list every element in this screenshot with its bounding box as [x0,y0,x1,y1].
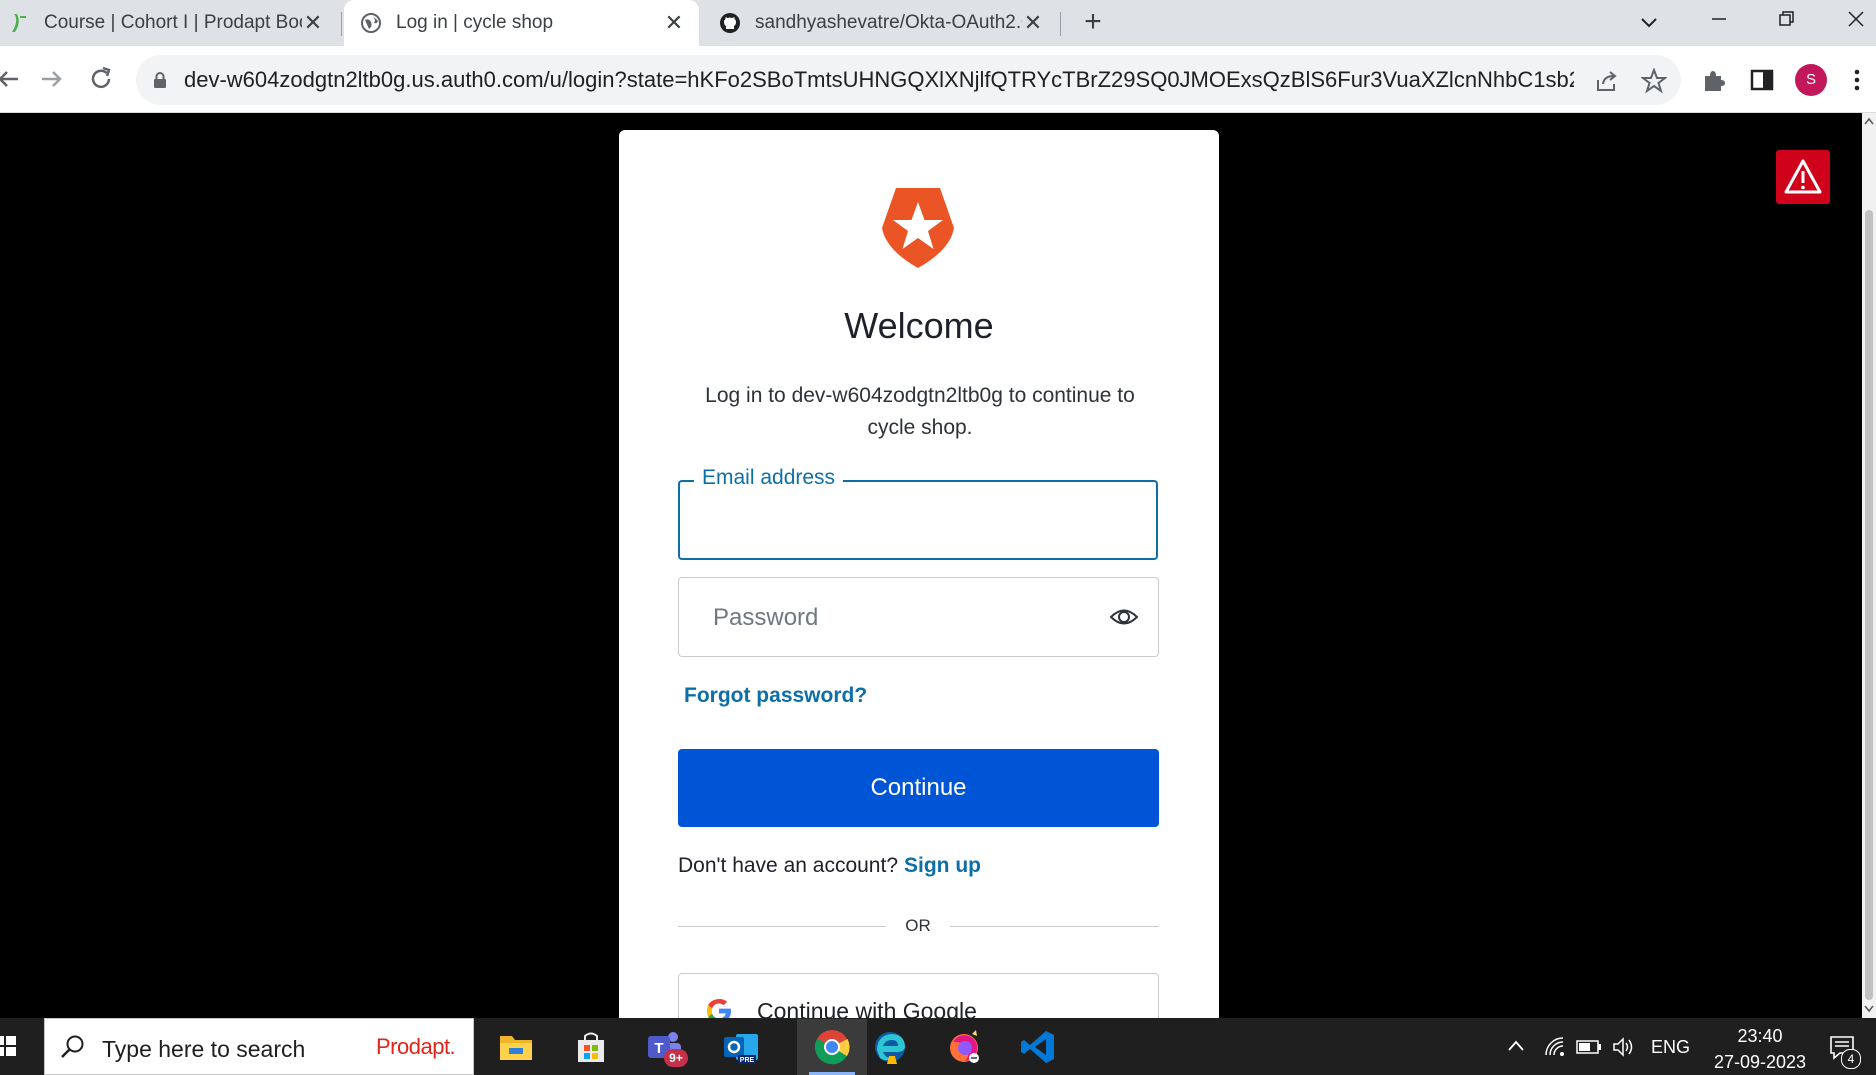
clock-time: 23:40 [1737,1026,1783,1046]
vscode-icon[interactable] [1019,1028,1057,1066]
windows-start-icon[interactable] [0,1018,42,1075]
scroll-down-icon[interactable] [1864,1004,1874,1014]
notification-count-badge: 4 [1841,1049,1861,1069]
show-password-icon[interactable] [1109,604,1139,630]
scrollbar-thumb[interactable] [1865,210,1873,1000]
or-separator: OR [905,916,931,935]
divider [950,926,1159,927]
url-text[interactable]: dev-w604zodgtn2ltb0g.us.auth0.com/u/logi… [184,67,1574,93]
taskbar-clock[interactable]: 23:40 27-09-2023 [1704,1023,1816,1075]
signup-link[interactable]: Sign up [904,854,981,878]
close-window-button[interactable] [1836,6,1876,40]
tab-login[interactable]: Log in | cycle shop ✕ [344,0,699,46]
taskbar-search-placeholder: Type here to search [102,1036,306,1062]
tray-chevron-up-icon[interactable] [1506,1036,1526,1056]
prodapt-label: Prodapt. [376,1034,456,1059]
profile-avatar[interactable]: S [1795,64,1827,96]
restore-icon [1779,11,1794,26]
warning-icon [1784,159,1822,194]
github-icon [720,13,740,33]
back-icon[interactable] [0,62,26,96]
forgot-password-link[interactable]: Forgot password? [684,684,867,708]
warning-button[interactable] [1776,150,1830,204]
no-account-text: Don't have an account? [678,854,898,877]
continue-button[interactable]: Continue [678,749,1159,827]
menu-dots-icon[interactable] [1844,67,1870,93]
extensions-icon[interactable] [1701,67,1727,93]
lock-icon[interactable] [153,72,167,88]
volume-icon[interactable] [1612,1036,1636,1058]
wifi-icon[interactable] [1544,1036,1566,1058]
email-input[interactable] [700,504,1134,540]
password-input[interactable] [711,600,1095,636]
email-label: Email address [694,466,844,490]
tab-separator [1060,12,1061,36]
outlook-icon[interactable]: PRE [722,1028,760,1066]
battery-icon[interactable] [1576,1039,1602,1055]
chevron-down-icon[interactable] [1636,10,1662,36]
close-icon[interactable]: ✕ [663,12,685,34]
tab-title: Course | Cohort I | Prodapt Boot [44,12,302,33]
language-indicator[interactable]: ENG [1651,1037,1690,1058]
reload-icon[interactable] [84,62,118,96]
side-panel-icon[interactable] [1749,67,1775,93]
scroll-up-icon[interactable] [1864,116,1874,126]
login-description: Log in to dev-w604zodgtn2ltb0g to contin… [705,384,1135,439]
teams-badge: 9+ [664,1049,688,1067]
svg-text:T: T [654,1040,663,1057]
file-explorer-icon[interactable] [497,1028,535,1066]
book-icon [12,14,26,32]
tab-title: Log in | cycle shop [396,12,554,33]
microsoft-store-icon[interactable] [572,1028,610,1066]
tab-title: sandhyashevatre/Okta-OAuth2.0 [755,12,1022,33]
clock-date: 27-09-2023 [1713,1052,1807,1072]
firefox-icon[interactable] [945,1028,983,1066]
close-icon[interactable]: ✕ [302,12,324,34]
divider [678,926,886,927]
tab-course[interactable]: Course | Cohort I | Prodapt Boot ✕ [0,0,340,46]
forward-icon[interactable] [34,62,68,96]
search-icon [61,1035,84,1058]
auth0-logo-icon [882,188,954,268]
password-field[interactable] [678,577,1159,657]
tab-github[interactable]: sandhyashevatre/Okta-OAuth2.0 ✕ [703,0,1058,46]
restore-button[interactable] [1767,6,1807,40]
close-icon [1848,11,1864,27]
new-tab-button[interactable]: + [1078,7,1108,38]
minimize-icon [1712,18,1726,20]
minimize-button[interactable] [1699,6,1739,40]
email-field[interactable] [678,480,1158,560]
share-icon[interactable] [1594,68,1620,94]
chrome-icon[interactable] [797,1019,867,1075]
close-icon[interactable]: ✕ [1022,12,1044,34]
globe-icon [361,13,381,33]
svg-text:PRE: PRE [740,1057,755,1064]
page-title: Welcome [844,305,994,346]
tab-separator [341,12,342,36]
bookmark-star-icon[interactable] [1641,68,1667,94]
edge-icon[interactable] [871,1028,909,1066]
